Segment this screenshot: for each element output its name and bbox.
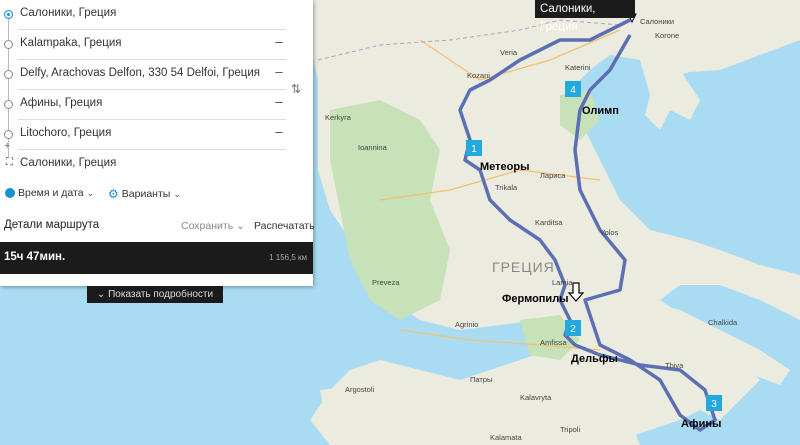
variants-label: Варианты	[121, 188, 171, 200]
town-label: Veria	[500, 48, 518, 57]
chevron-down-icon: ⌄	[86, 187, 95, 198]
route-summary[interactable]: 15ч 47мин. 1 156,5 км	[0, 242, 313, 274]
start-point-icon	[4, 10, 13, 19]
show-details-label: Показать подробности	[108, 289, 214, 300]
town-label: Kalavryta	[520, 393, 552, 402]
route-stop-5[interactable]: Litochoro, Греция –	[0, 120, 313, 150]
annotation-olympus: Олимп	[582, 105, 619, 117]
route-options-bar: Время и дата ⌄ ⚙ Варианты ⌄	[0, 180, 313, 208]
time-date-label: Время и дата	[18, 187, 84, 199]
variants-dropdown[interactable]: ⚙ Варианты ⌄	[108, 187, 181, 201]
town-label: Amfissa	[540, 338, 568, 347]
town-label: Argostoli	[345, 385, 375, 394]
svg-text:1: 1	[471, 144, 477, 155]
town-label: Tripoli	[560, 425, 580, 434]
country-label: ГРЕЦИЯ	[492, 259, 555, 275]
lake	[435, 361, 455, 369]
clock-icon	[5, 188, 15, 198]
chevron-down-icon: ⌄	[173, 188, 181, 199]
show-details-button[interactable]: ⌄ Показать подробности	[87, 286, 223, 303]
route-details-title: Детали маршрута	[4, 219, 100, 231]
waypoint-dot-icon	[4, 40, 13, 49]
town-label: Патры	[470, 375, 492, 384]
gear-icon: ⚙	[108, 187, 119, 201]
route-stop-label: Афины, Греция	[20, 97, 103, 109]
route-stop-2[interactable]: Kalampaka, Греция –	[0, 30, 313, 60]
town-label: Lamia	[552, 278, 573, 287]
waypoint-marker-4[interactable]: 4	[565, 81, 581, 97]
swap-route-icon[interactable]: ⇅	[291, 82, 301, 96]
chevron-double-down-icon: ⌄	[96, 289, 106, 300]
waypoint-marker-2[interactable]: 2	[565, 320, 581, 336]
print-button[interactable]: Распечатать	[254, 220, 315, 232]
annotation-athens: Афины	[681, 418, 721, 430]
svg-text:3: 3	[711, 399, 717, 410]
town-label: Karditsa	[535, 218, 563, 227]
save-label: Сохранить	[181, 220, 234, 232]
route-distance: 1 156,5 км	[269, 253, 307, 262]
town-label: Katerini	[565, 63, 591, 72]
time-date-dropdown[interactable]: Время и дата ⌄	[5, 187, 94, 199]
town-label: Ioannina	[358, 143, 388, 152]
save-dropdown-button[interactable]: Сохранить ⌄	[181, 220, 245, 232]
route-stop-label: Delfy, Arachovas Delfon, 330 54 Delfoi, …	[20, 67, 261, 79]
route-stop-6[interactable]: ⛶ Салоники, Греция	[0, 150, 313, 180]
annotation-thermopylae: Фермопилы	[502, 293, 569, 305]
remove-stop-button[interactable]: –	[272, 95, 286, 109]
annotation-meteora: Метеоры	[480, 161, 529, 173]
town-label: Trikala	[495, 183, 518, 192]
add-stop-icon[interactable]: +	[4, 140, 10, 152]
town-label: Kozani	[467, 71, 490, 80]
annotation-delphi: Дельфы	[571, 353, 618, 365]
town-label: Kalamata	[490, 433, 523, 442]
town-label: Volos	[600, 228, 619, 237]
lake	[458, 347, 482, 357]
remove-stop-button[interactable]: –	[272, 35, 286, 49]
town-label: Kerkyra	[325, 113, 352, 122]
town-label: Korone	[655, 31, 679, 40]
route-panel: Салоники, Греция Kalampaka, Греция – Del…	[0, 0, 315, 286]
route-stop-3[interactable]: Delfy, Arachovas Delfon, 330 54 Delfoi, …	[0, 60, 313, 90]
svg-text:4: 4	[570, 85, 576, 96]
town-label: Thiva	[665, 361, 684, 370]
remove-stop-button[interactable]: –	[272, 125, 286, 139]
route-stop-label: Litochoro, Греция	[20, 127, 112, 139]
svg-text:2: 2	[570, 324, 576, 335]
town-label: Салоники	[640, 17, 674, 26]
route-stop-label: Салоники, Греция	[20, 7, 117, 19]
route-stop-1[interactable]: Салоники, Греция	[0, 0, 313, 30]
route-duration: 15ч 47мин.	[4, 251, 66, 263]
waypoint-marker-3[interactable]: 3	[706, 395, 722, 411]
town-label: Лариса	[540, 171, 566, 180]
route-details-header: Детали маршрута Сохранить ⌄ Распечатать	[0, 212, 315, 240]
town-label: Chalkida	[708, 318, 738, 327]
finish-flag-icon: ⛶	[6, 157, 13, 168]
waypoint-marker-1[interactable]: 1	[466, 140, 482, 156]
waypoint-dot-icon	[4, 70, 13, 79]
waypoint-dot-icon	[4, 130, 13, 139]
route-stop-label: Kalampaka, Греция	[20, 37, 122, 49]
chevron-down-icon: ⌄	[236, 220, 245, 232]
remove-stop-button[interactable]: –	[272, 65, 286, 79]
town-label: Preveza	[372, 278, 400, 287]
location-callout: Салоники, Греция	[535, 0, 635, 33]
route-stop-4[interactable]: Афины, Греция –	[0, 90, 313, 120]
waypoint-dot-icon	[4, 100, 13, 109]
route-stop-label: Салоники, Греция	[20, 157, 117, 169]
town-label: Agrinio	[455, 320, 478, 329]
